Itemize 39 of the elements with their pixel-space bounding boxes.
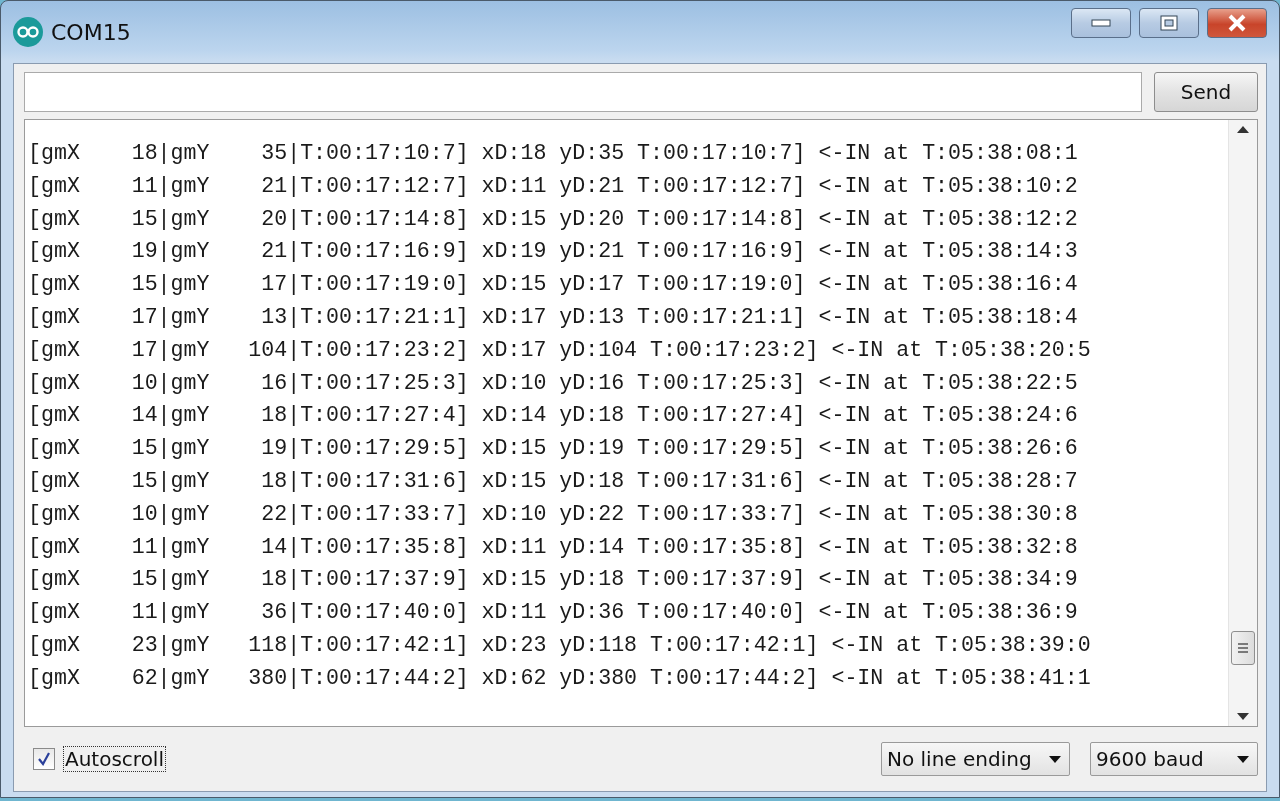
minimize-icon [1091,19,1111,27]
log-line: [gmX 15|gmY 17|T:00:17:19:0] xD:15 yD:17 T:00:17:19:0] <-IN at T:05:38:16:4 [28,271,1079,299]
maximize-button[interactable] [1139,8,1199,38]
log-line: [gmX 23|gmY 118|T:00:17:42:1] xD:23 yD:118 T:00:17:42:1] <-IN at T:05:38:39:0 [28,631,1092,659]
log-line: [gmX 19|gmY 21|T:00:17:16:9] xD:19 yD:21 T:00:17:16:9] <-IN at T:05:38:14:3 [28,238,1079,266]
log-line: [gmX 10|gmY 16|T:00:17:25:3] xD:10 yD:16 T:00:17:25:3] <-IN at T:05:38:22:5 [28,369,1079,397]
log-line: [gmX 11|gmY 21|T:00:17:12:7] xD:11 yD:21 T:00:17:12:7] <-IN at T:05:38:10:2 [28,172,1079,200]
check-icon [37,752,51,766]
close-icon [1227,14,1247,32]
app-logo-icon [13,17,43,47]
close-button[interactable] [1207,8,1267,38]
log-line: [gmX 17|gmY 104|T:00:17:23:2] xD:17 yD:104 T:00:17:23:2] <-IN at T:05:38:20:5 [28,336,1092,364]
log-line: [gmX 10|gmY 22|T:00:17:33:7] xD:10 yD:22 T:00:17:33:7] <-IN at T:05:38:30:8 [28,500,1079,528]
caret-icon [1237,755,1249,763]
scroll-up-icon[interactable] [1237,126,1249,133]
scroll-thumb[interactable] [1231,631,1255,665]
log-line: [gmX 17|gmY 13|T:00:17:21:1] xD:17 yD:13 T:00:17:21:1] <-IN at T:05:38:18:4 [28,304,1079,331]
autoscroll-label: Autoscroll [63,746,166,772]
send-button[interactable]: Send [1154,72,1258,112]
log-line: [gmX 11|gmY 36|T:00:17:40:0] xD:11 yD:36 T:00:17:40:0] <-IN at T:05:38:36:9 [28,599,1079,627]
scroll-down-icon[interactable] [1237,713,1249,720]
window-title: COM15 [51,19,131,45]
maximize-icon [1160,15,1178,31]
log-line: [gmX 14|gmY 18|T:00:17:27:4] xD:14 yD:18 T:00:17:27:4] <-IN at T:05:38:24:6 [28,402,1079,430]
scrollbar[interactable] [1228,120,1257,726]
input-field[interactable] [24,72,1142,112]
log-line: [gmX 11|gmY 14|T:00:17:35:8] xD:11 yD:14 T:00:17:35:8] <-IN at T:05:38:32:8 [28,533,1079,561]
log-line: [gmX 15|gmY 18|T:00:17:31:6] xD:15 yD:18 T:00:17:31:6] <-IN at T:05:38:28:7 [28,467,1079,495]
log-line: [gmX 15|gmY 19|T:00:17:29:5] xD:15 yD:19 T:00:17:29:5] <-IN at T:05:38:26:6 [28,435,1079,463]
log-line: [gmX 62|gmY 380|T:00:17:44:2] xD:62 yD:380 T:00:17:44:2] <-IN at T:05:38:41:1 [28,664,1092,692]
baud-rate-dropdown[interactable]: 9600 baud [1090,742,1258,776]
grip-icon [1237,642,1249,654]
caret-icon [1049,755,1061,763]
autoscroll-checkbox[interactable] [33,748,55,770]
minimize-button[interactable] [1071,8,1131,38]
log-line: [gmX 15|gmY 20|T:00:17:14:8] xD:15 yD:20 T:00:17:14:8] <-IN at T:05:38:12:2 [28,205,1079,233]
log-line: [gmX 15|gmY 18|T:00:17:37:9] xD:15 yD:18 T:00:17:37:9] <-IN at T:05:38:34:9 [28,566,1079,594]
line-ending-dropdown[interactable]: No line ending [881,742,1070,776]
log-line: [gmX 18|gmY 35|T:00:17:10:7] xD:18 yD:35 T:00:17:10:7] <-IN at T:05:38:08:1 [28,140,1079,167]
